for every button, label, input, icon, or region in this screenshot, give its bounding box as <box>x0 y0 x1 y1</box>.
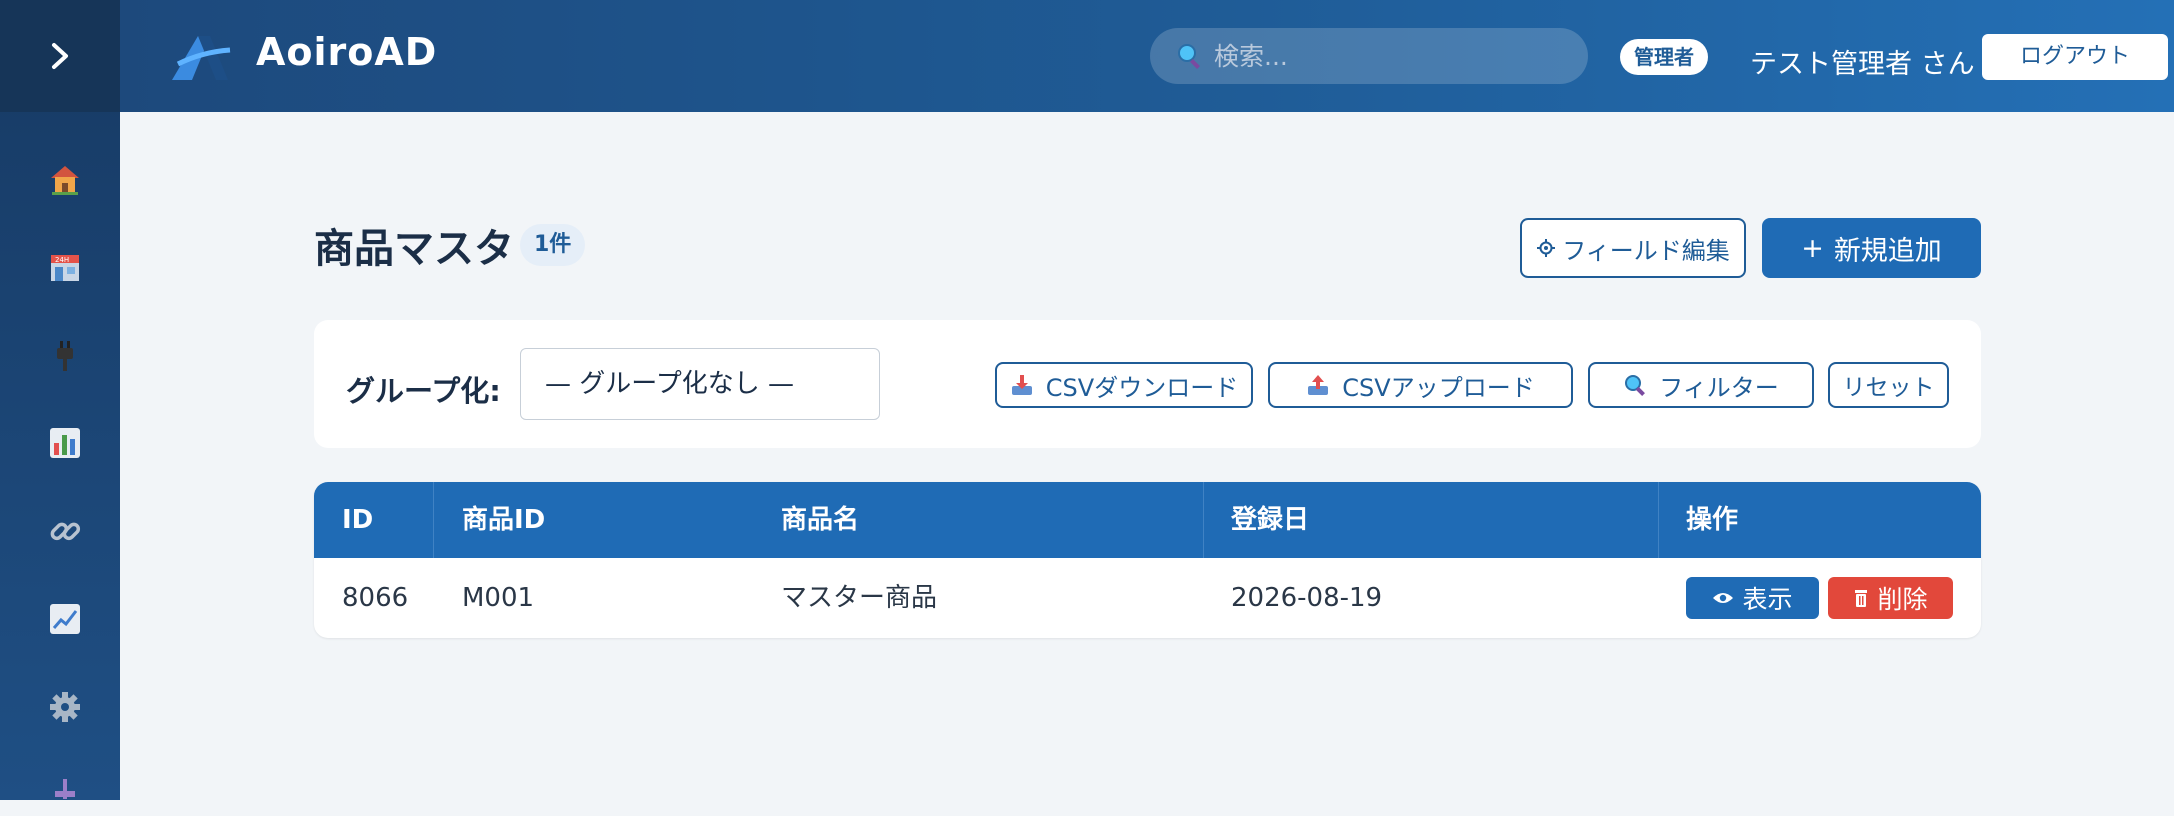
sidebar-item-home[interactable] <box>44 158 86 200</box>
sidebar-item-more[interactable] <box>44 774 86 816</box>
sidebar-toggle-button[interactable] <box>0 0 120 112</box>
field-edit-label: フィールド編集 <box>1562 236 1730 265</box>
delete-label: 削除 <box>1877 585 1928 614</box>
add-new-button[interactable]: + 新規追加 <box>1762 218 1981 278</box>
sidebar: 24H <box>0 0 120 800</box>
sidebar-item-connections[interactable] <box>44 334 86 376</box>
view-button[interactable]: 表示 <box>1686 577 1819 619</box>
role-badge: 管理者 <box>1620 39 1708 75</box>
csv-download-button[interactable]: CSVダウンロード <box>995 362 1253 408</box>
view-label: 表示 <box>1742 585 1793 614</box>
cell-product-name: マスター商品 <box>781 583 938 613</box>
sidebar-item-settings[interactable] <box>44 686 86 728</box>
column-header-product-name[interactable]: 商品名 <box>781 482 859 558</box>
csv-download-label: CSVダウンロード <box>1045 373 1239 402</box>
svg-text:24H: 24H <box>55 256 69 264</box>
trash-icon <box>1855 590 1868 607</box>
home-icon <box>51 166 79 195</box>
column-header-actions: 操作 <box>1686 505 1739 535</box>
sidebar-item-analytics[interactable] <box>44 598 86 640</box>
store-24h-icon: 24H <box>51 255 79 281</box>
logout-button[interactable]: ログアウト <box>1982 34 2168 80</box>
link-icon <box>50 522 81 541</box>
upload-tray-icon <box>1308 375 1329 395</box>
filter-label: フィルター <box>1659 373 1779 402</box>
chevron-right-icon <box>52 43 68 69</box>
group-by-label: グループ化: <box>346 374 501 408</box>
page-title: 商品マスタ <box>314 226 514 272</box>
user-name: テスト管理者 さん <box>1750 49 1975 80</box>
sidebar-item-store[interactable]: 24H <box>44 246 86 288</box>
pin-icon <box>55 779 75 799</box>
trend-chart-icon <box>50 604 80 634</box>
cell-id: 8066 <box>342 583 409 613</box>
column-header-registered-date[interactable]: 登録日 <box>1231 482 1309 558</box>
search-icon <box>1178 44 1200 69</box>
column-header-product-id[interactable]: 商品ID <box>462 482 545 558</box>
add-new-label: 新規追加 <box>1833 235 1942 267</box>
download-tray-icon <box>1011 375 1032 395</box>
eye-icon <box>1713 593 1734 603</box>
group-by-select[interactable]: — グループ化なし — <box>520 348 880 420</box>
column-divider <box>1203 482 1204 558</box>
delete-button[interactable]: 削除 <box>1828 577 1953 619</box>
csv-upload-button[interactable]: CSVアップロード <box>1268 362 1573 408</box>
column-header-id[interactable]: ID <box>342 482 373 558</box>
column-divider <box>1658 482 1659 558</box>
record-count-badge: 1件 <box>520 224 586 266</box>
aoiroad-logo-icon <box>172 36 231 80</box>
search-input[interactable] <box>1212 40 1576 72</box>
column-divider <box>433 482 434 558</box>
app-logo-text[interactable]: AoiroAD <box>256 30 437 74</box>
csv-upload-label: CSVアップロード <box>1342 373 1535 402</box>
gear-icon <box>50 692 80 722</box>
reset-button[interactable]: リセット <box>1828 362 1949 408</box>
search-icon <box>1625 375 1646 396</box>
sidebar-item-reports[interactable] <box>44 422 86 464</box>
plug-icon <box>57 341 73 371</box>
field-edit-button[interactable]: フィールド編集 <box>1520 218 1746 278</box>
table-header: ID 商品ID 商品名 登録日 操作 <box>314 482 1981 558</box>
gear-icon <box>1537 239 1556 257</box>
search-box[interactable] <box>1150 28 1588 84</box>
cell-product-id: M001 <box>462 583 535 613</box>
sidebar-item-links[interactable] <box>44 510 86 552</box>
plus-icon: + <box>1801 232 1824 264</box>
bar-chart-icon <box>50 428 80 458</box>
cell-registered-date: 2026-08-19 <box>1231 583 1383 613</box>
filter-button[interactable]: フィルター <box>1588 362 1814 408</box>
top-header: AoiroAD 管理者 テスト管理者 さん ログアウト <box>120 0 2174 112</box>
